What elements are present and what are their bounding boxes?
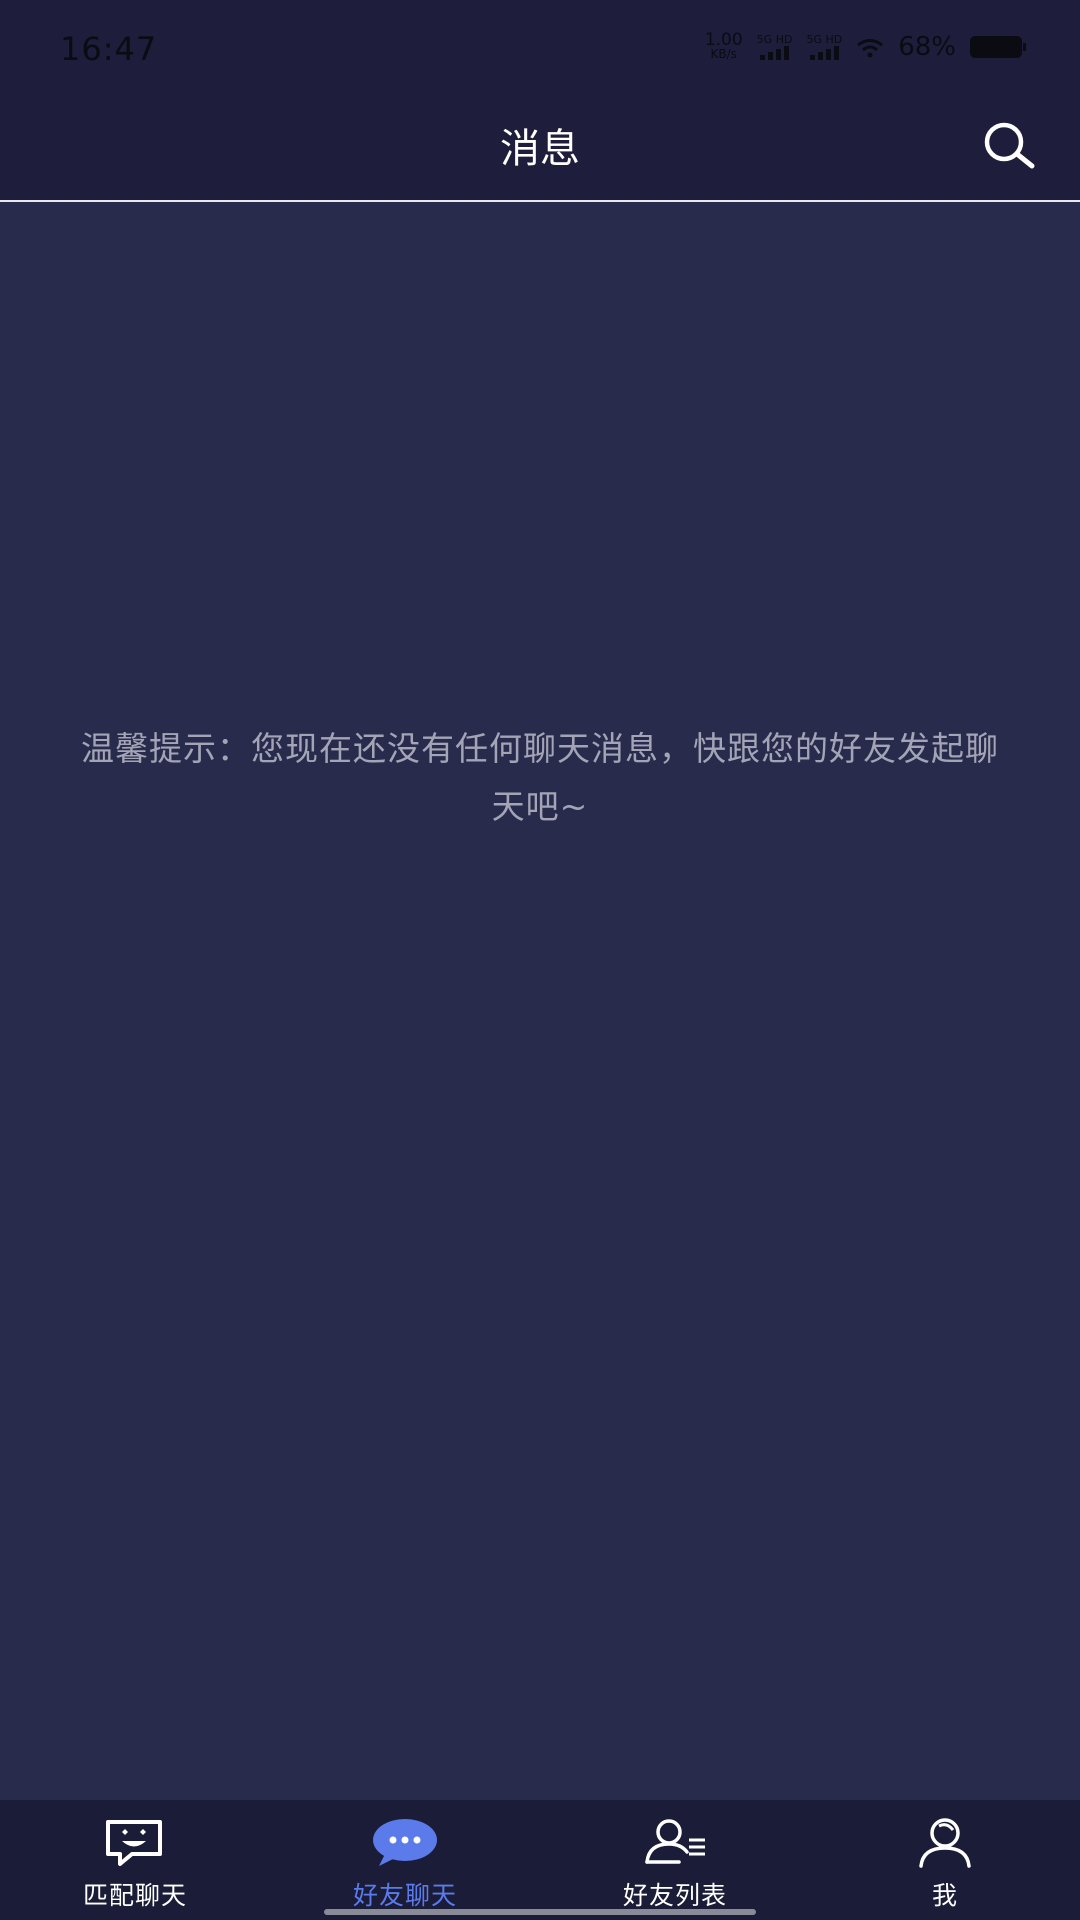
wifi-icon bbox=[857, 39, 884, 58]
top-app-bar: 消息 bbox=[0, 96, 1080, 202]
tab-label: 好友聊天 bbox=[352, 1881, 457, 1910]
friend-chat-icon bbox=[370, 1814, 440, 1870]
tab-friend-list[interactable]: 好友列表 bbox=[540, 1800, 810, 1920]
sim1-signal: 5G HD bbox=[756, 33, 793, 60]
status-indicators: 1.00 KB/s 5G HD 5G HD 68% bbox=[704, 30, 1026, 62]
empty-state-tip: 温馨提示：您现在还没有任何聊天消息，快跟您的好友发起聊天吧~ bbox=[81, 729, 999, 826]
search-button[interactable] bbox=[980, 116, 1040, 176]
search-icon bbox=[984, 122, 1035, 169]
app-screen: 16:47 1.00 KB/s 5G HD 5G HD 68% 消息 温馨提示：… bbox=[0, 0, 1080, 1920]
home-indicator[interactable] bbox=[324, 1909, 756, 1915]
network-speed-unit: KB/s bbox=[710, 47, 737, 61]
tab-label: 我 bbox=[931, 1881, 958, 1910]
battery-icon bbox=[970, 36, 1026, 58]
friend-list-icon bbox=[640, 1814, 710, 1870]
tab-label: 好友列表 bbox=[622, 1881, 727, 1910]
network-speed-value: 1.00 bbox=[704, 30, 743, 50]
sim2-label: 5G HD bbox=[806, 33, 843, 46]
tab-profile[interactable]: 我 bbox=[810, 1800, 1080, 1920]
message-list-area: 温馨提示：您现在还没有任何聊天消息，快跟您的好友发起聊天吧~ bbox=[0, 202, 1080, 1800]
battery-percent: 68% bbox=[898, 32, 956, 62]
tab-friend-chat[interactable]: 好友聊天 bbox=[270, 1800, 540, 1920]
signal-bars-icon bbox=[809, 46, 839, 60]
page-title: 消息 bbox=[500, 126, 580, 172]
tab-label: 匹配聊天 bbox=[82, 1881, 187, 1910]
status-time: 16:47 bbox=[60, 30, 158, 68]
network-speed: 1.00 KB/s bbox=[704, 30, 743, 62]
profile-icon bbox=[910, 1814, 980, 1870]
signal-bars-icon bbox=[760, 46, 790, 60]
sim2-signal: 5G HD bbox=[806, 34, 842, 60]
match-chat-icon bbox=[100, 1814, 170, 1870]
tab-match-chat[interactable]: 匹配聊天 bbox=[0, 1800, 270, 1920]
status-bar: 16:47 1.00 KB/s 5G HD 5G HD 68% bbox=[0, 0, 1080, 96]
bottom-navigation: 匹配聊天 好友聊天 好友列表 我 bbox=[0, 1800, 1080, 1920]
sim1-label: 5G HD bbox=[756, 33, 793, 46]
